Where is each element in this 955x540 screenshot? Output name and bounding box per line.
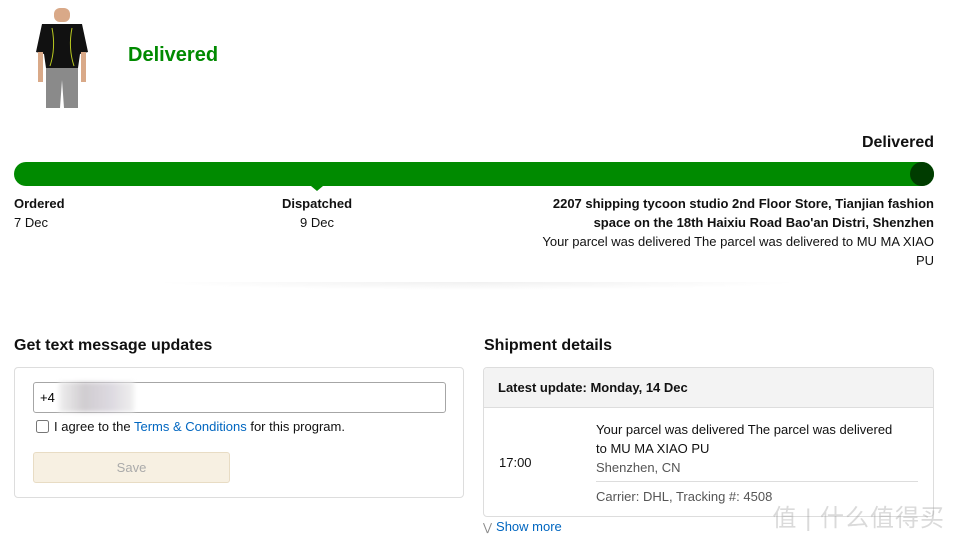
progress-end-dot [910, 162, 934, 186]
double-chevron-down-icon: ⋁ [483, 522, 493, 534]
step-date: 9 Dec [300, 215, 334, 230]
shipment-details: Latest update: Monday, 14 Dec 17:00 Your… [483, 367, 934, 517]
sms-section-title: Get text message updates [14, 337, 213, 354]
event-details: Your parcel was delivered The parcel was… [596, 420, 906, 477]
event-divider [596, 481, 918, 482]
delivery-address: 2207 shipping tycoon studio 2nd Floor St… [552, 196, 934, 230]
show-more-link[interactable]: ⋁ Show more [483, 519, 562, 534]
agree-terms[interactable]: I agree to the Terms & Conditions for th… [36, 419, 345, 434]
progress-end-label: Delivered [861, 134, 934, 151]
progress-bar [14, 162, 934, 186]
sms-form: I agree to the Terms & Conditions for th… [14, 367, 464, 498]
agree-prefix: I agree to the [54, 419, 134, 434]
latest-update-header: Latest update: Monday, 14 Dec [484, 368, 933, 408]
agree-checkbox[interactable] [36, 420, 49, 433]
watermark-logo: 值 | 什么值得买 [772, 505, 945, 532]
section-divider [150, 282, 805, 290]
step-delivered: 2207 shipping tycoon studio 2nd Floor St… [534, 194, 934, 270]
product-image[interactable] [32, 8, 92, 108]
terms-link[interactable]: Terms & Conditions [134, 419, 247, 434]
current-step-marker [311, 186, 323, 191]
step-ordered: Ordered 7 Dec [14, 194, 65, 232]
event-message: Your parcel was delivered The parcel was… [596, 422, 893, 456]
step-date: 7 Dec [14, 215, 48, 230]
redacted-phone [59, 382, 134, 412]
delivery-status-title: Delivered [128, 44, 219, 66]
agree-suffix: for this program. [246, 419, 345, 434]
show-more-label: Show more [496, 519, 562, 534]
step-name: Ordered [14, 196, 65, 211]
step-name: Dispatched [281, 196, 353, 211]
carrier-info: Carrier: DHL, Tracking #: 4508 [596, 489, 773, 504]
delivery-message: Your parcel was delivered The parcel was… [542, 234, 934, 268]
shipment-section-title: Shipment details [484, 337, 613, 354]
agree-text: I agree to the Terms & Conditions for th… [54, 419, 345, 434]
save-button[interactable]: Save [33, 452, 230, 483]
event-location: Shenzhen, CN [596, 460, 681, 475]
event-time: 17:00 [499, 455, 532, 470]
step-dispatched: Dispatched 9 Dec [262, 194, 372, 232]
